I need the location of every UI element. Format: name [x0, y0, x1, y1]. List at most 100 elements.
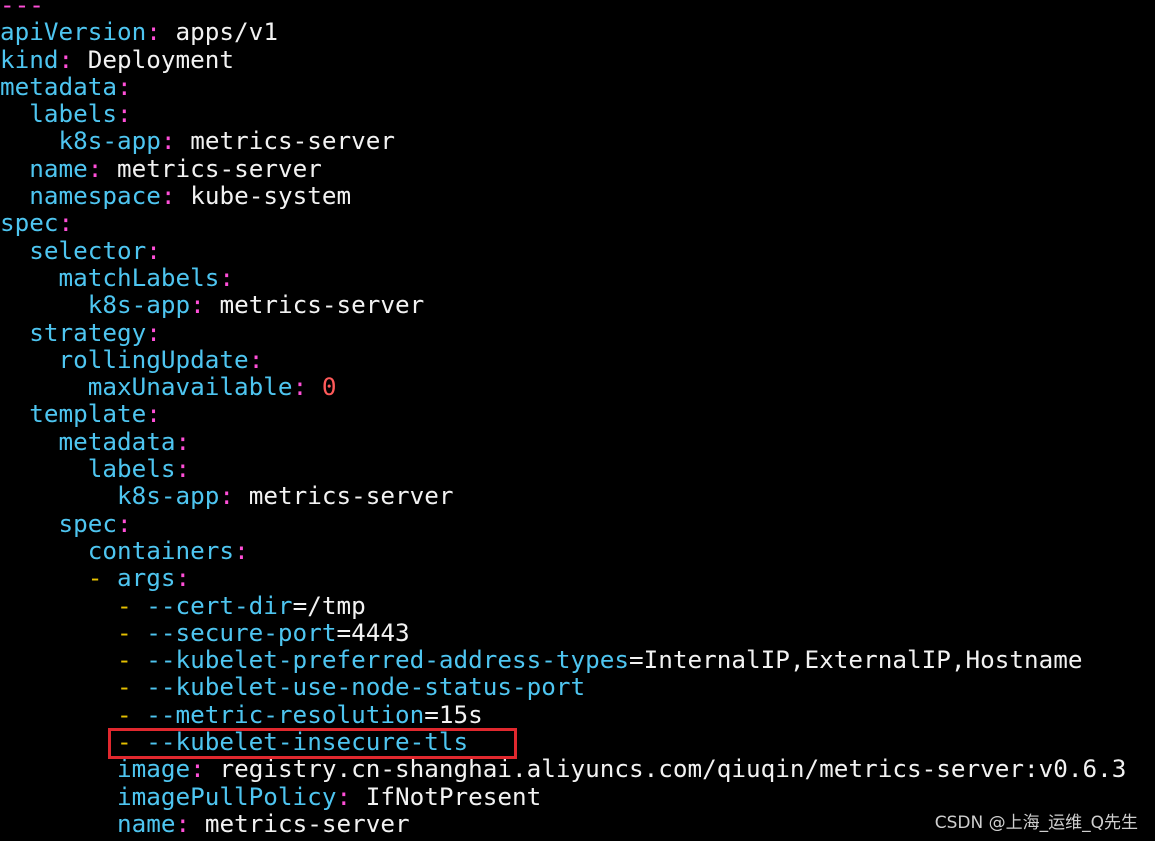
- code-token: spec: [0, 508, 118, 538]
- code-token: :: [248, 344, 264, 374]
- code-token: :: [58, 44, 88, 74]
- code-token: rollingUpdate: [0, 344, 249, 374]
- code-token: apiVersion: [0, 17, 147, 47]
- code-token: metadata: [0, 426, 176, 456]
- code-token: -: [0, 672, 147, 702]
- code-token: :: [175, 426, 191, 456]
- code-line: namespace: kube-system: [0, 182, 1155, 209]
- code-token: --kubelet-preferred-address-types: [146, 645, 630, 675]
- code-line: labels:: [0, 100, 1155, 127]
- code-token: :: [117, 508, 132, 538]
- code-token: k8s-app: [0, 481, 220, 511]
- code-token: kube-system: [190, 181, 352, 211]
- terminal-editor[interactable]: --- apiVersion: apps/v1 kind: Deployment me…: [0, 0, 1155, 841]
- code-token: strategy: [0, 317, 147, 347]
- code-line: strategy:: [0, 317, 1155, 347]
- code-line: imagePullPolicy: IfNotPresent: [0, 781, 1155, 811]
- code-line: kind: Deployment: [0, 44, 1155, 74]
- code-line: - --metric-resolution=15s: [0, 701, 1155, 728]
- code-token: :: [146, 17, 176, 47]
- code-line: selector:: [0, 237, 1155, 264]
- code-line: - --kubelet-use-node-status-port: [0, 673, 1155, 700]
- code-token: ---: [0, 0, 44, 19]
- code-line: metadata:: [0, 428, 1155, 455]
- code-line: ---: [0, 0, 1155, 18]
- code-token: labels: [0, 454, 176, 484]
- code-line: - args:: [0, 564, 1155, 591]
- code-token: :: [58, 208, 74, 238]
- code-token: :: [175, 563, 191, 593]
- code-token: -: [0, 617, 147, 647]
- code-token: :: [117, 99, 132, 129]
- code-token: -: [0, 563, 118, 593]
- code-token: k8s-app: [0, 290, 191, 320]
- code-line: metadata:: [0, 73, 1155, 100]
- code-line: - --cert-dir=/tmp: [0, 590, 1155, 620]
- code-token: :: [146, 317, 161, 347]
- code-token: :: [117, 71, 132, 101]
- code-token: :: [219, 481, 249, 511]
- code-token: metrics-server: [117, 153, 322, 183]
- code-line: k8s-app: metrics-server: [0, 127, 1155, 154]
- code-token: IfNotPresent: [365, 781, 542, 811]
- code-token: :: [219, 262, 235, 292]
- code-token: =/tmp: [292, 590, 366, 620]
- code-token: containers: [0, 535, 235, 565]
- code-token: :: [160, 126, 191, 156]
- code-line: k8s-app: metrics-server: [0, 291, 1155, 318]
- code-line: image: registry.cn-shanghai.aliyuncs.com…: [0, 755, 1155, 782]
- code-token: :: [87, 153, 118, 183]
- code-token: matchLabels: [0, 262, 220, 292]
- code-line: labels:: [0, 455, 1155, 482]
- code-token: :: [160, 181, 191, 211]
- code-token: =15s: [424, 699, 483, 729]
- highlight-box: [108, 728, 517, 759]
- code-line: - --kubelet-preferred-address-types=Inte…: [0, 646, 1155, 673]
- code-token: template: [0, 399, 147, 429]
- code-token: -: [0, 699, 147, 729]
- code-token: --cert-dir: [146, 590, 293, 620]
- code-token: :: [292, 372, 322, 402]
- code-line: rollingUpdate:: [0, 346, 1155, 373]
- code-token: =4443: [336, 617, 410, 647]
- code-line: k8s-app: metrics-server: [0, 482, 1155, 509]
- code-token: k8s-app: [0, 126, 161, 156]
- code-token: metadata: [0, 71, 118, 101]
- code-token: metrics-server: [219, 290, 425, 320]
- code-token: =InternalIP,ExternalIP,Hostname: [629, 645, 1083, 675]
- code-line: matchLabels:: [0, 264, 1155, 291]
- code-token: args: [117, 563, 176, 593]
- code-line: containers:: [0, 537, 1155, 564]
- code-token: :: [175, 454, 191, 484]
- code-line: template:: [0, 400, 1155, 427]
- code-token: selector: [0, 235, 147, 265]
- code-token: :: [190, 290, 220, 320]
- code-line: apiVersion: apps/v1: [0, 18, 1155, 45]
- code-token: maxUnavailable: [0, 372, 293, 402]
- code-token: namespace: [0, 181, 161, 211]
- code-token: name: [0, 808, 176, 838]
- code-token: --metric-resolution: [146, 699, 425, 729]
- code-token: -: [0, 645, 147, 675]
- code-token: apps/v1: [175, 17, 278, 47]
- code-token: name: [0, 153, 88, 183]
- code-token: --kubelet-use-node-status-port: [146, 672, 586, 702]
- code-token: labels: [0, 99, 118, 129]
- code-token: Deployment: [87, 44, 235, 74]
- code-token: metrics-server: [248, 481, 454, 511]
- code-token: 0: [321, 372, 337, 402]
- code-token: :: [336, 781, 366, 811]
- code-token: --secure-port: [146, 617, 337, 647]
- code-token: :: [175, 808, 205, 838]
- code-line: spec:: [0, 209, 1155, 236]
- code-token: metrics-server: [204, 808, 410, 838]
- code-line: name: metrics-server: [0, 155, 1155, 182]
- code-token: -: [0, 590, 147, 620]
- code-token: :: [146, 399, 161, 429]
- code-token: :: [234, 535, 249, 565]
- code-token: :: [146, 235, 161, 265]
- code-line: maxUnavailable: 0: [0, 373, 1155, 400]
- code-token: spec: [0, 208, 59, 238]
- code-token: imagePullPolicy: [0, 781, 337, 811]
- code-line: spec:: [0, 508, 1155, 538]
